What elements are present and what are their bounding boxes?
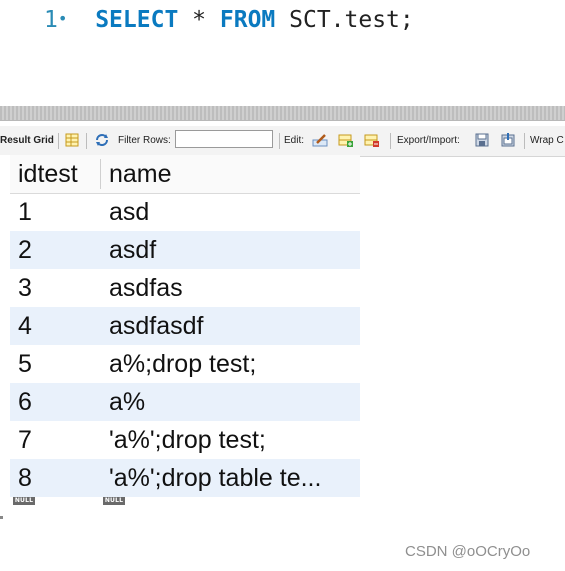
table-row[interactable]: 7 'a%';drop test; <box>10 421 360 459</box>
cell-name[interactable]: 'a%';drop table te... <box>109 459 359 497</box>
result-grid-tab[interactable]: Result Grid <box>0 126 54 156</box>
filter-rows-label: Filter Rows: <box>118 135 171 146</box>
line-marker-icon: • <box>57 9 68 28</box>
cell-idtest[interactable]: 8 <box>18 459 98 497</box>
result-toolbar: Result Grid Filter Rows: Edit: Export/Im… <box>0 126 565 157</box>
column-divider[interactable] <box>100 159 101 189</box>
sql-star: * <box>192 7 207 33</box>
wrap-cell-label[interactable]: Wrap C <box>530 126 564 156</box>
column-header-idtest[interactable]: idtest <box>18 155 98 193</box>
add-row-icon[interactable] <box>338 132 354 148</box>
cell-idtest[interactable]: 5 <box>18 345 98 383</box>
filter-rows-box[interactable] <box>175 130 278 148</box>
sql-keyword-from: FROM <box>219 7 276 33</box>
sql-editor[interactable]: 1• SELECT * FROM SCT.test; <box>0 0 565 104</box>
toolbar-divider <box>58 133 59 149</box>
export-icon[interactable] <box>474 132 490 148</box>
cell-idtest[interactable]: 2 <box>18 231 98 269</box>
cell-name[interactable]: asd <box>109 193 359 231</box>
table-row[interactable]: 1 asd <box>10 193 360 231</box>
grid-header-row: idtest name <box>10 155 360 194</box>
sql-keyword-select: SELECT <box>95 7 179 33</box>
toolbar-divider <box>86 133 87 149</box>
table-row[interactable]: 4 asdfasdf <box>10 307 360 345</box>
watermark: CSDN @oOCryOo <box>405 543 531 560</box>
scroll-marker <box>0 516 3 519</box>
grid-layout-icon[interactable] <box>64 132 80 148</box>
panel-splitter[interactable] <box>0 106 565 121</box>
delete-row-icon[interactable] <box>364 132 380 148</box>
table-row[interactable]: 8 'a%';drop table te... <box>10 459 360 497</box>
line-number: 1 <box>44 7 58 33</box>
import-icon[interactable] <box>500 132 516 148</box>
cell-name[interactable]: a% <box>109 383 359 421</box>
cell-idtest[interactable]: 4 <box>18 307 98 345</box>
cell-idtest[interactable]: 7 <box>18 421 98 459</box>
column-header-name[interactable]: name <box>109 155 359 193</box>
toolbar-divider <box>390 133 391 149</box>
cell-idtest[interactable]: 6 <box>18 383 98 421</box>
cell-idtest[interactable]: 1 <box>18 193 98 231</box>
cell-name[interactable]: 'a%';drop test; <box>109 421 359 459</box>
toolbar-divider <box>279 133 280 149</box>
cell-name[interactable]: asdfas <box>109 269 359 307</box>
edit-row-icon[interactable] <box>312 132 328 148</box>
null-badge[interactable]: NULL <box>103 497 125 505</box>
filter-rows-input[interactable] <box>176 131 278 147</box>
table-row[interactable]: 2 asdf <box>10 231 360 269</box>
toolbar-divider <box>524 133 525 149</box>
refresh-icon[interactable] <box>94 132 110 148</box>
cell-name[interactable]: asdf <box>109 231 359 269</box>
cell-idtest[interactable]: 3 <box>18 269 98 307</box>
cell-name[interactable]: asdfasdf <box>109 307 359 345</box>
row-gutter <box>0 155 10 515</box>
table-row[interactable]: 5 a%;drop test; <box>10 345 360 383</box>
table-row[interactable]: 3 asdfas <box>10 269 360 307</box>
cell-name[interactable]: a%;drop test; <box>109 345 359 383</box>
edit-label: Edit: <box>284 135 305 146</box>
sql-line-1[interactable]: 1• SELECT * FROM SCT.test; <box>44 5 414 35</box>
sql-table-name: SCT.test; <box>289 7 414 33</box>
export-import-label: Export/Import: <box>397 135 460 146</box>
null-badge[interactable]: NULL <box>13 497 35 505</box>
table-row[interactable]: 6 a% <box>10 383 360 421</box>
